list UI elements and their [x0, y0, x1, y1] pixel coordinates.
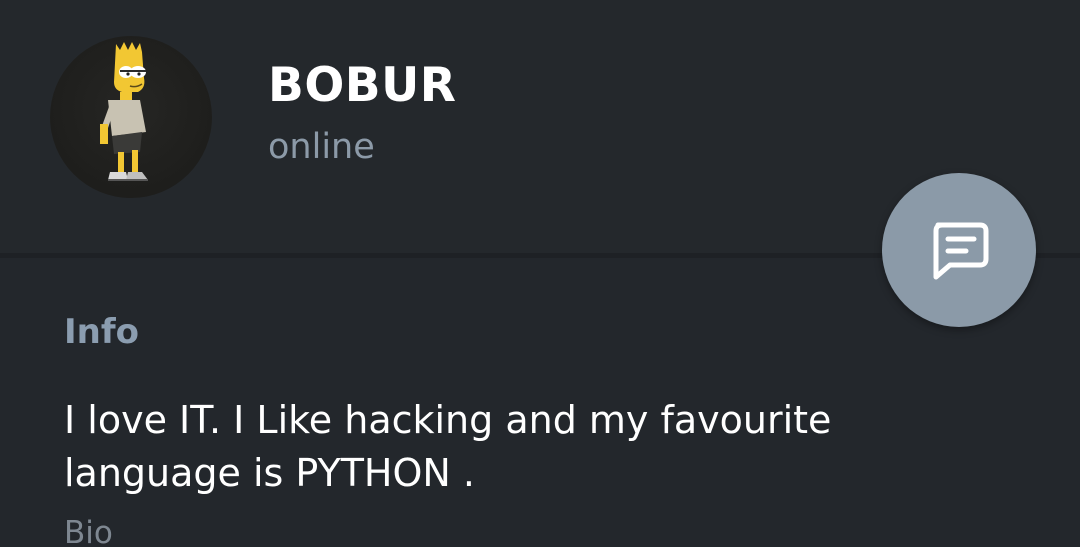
bio-text[interactable]: I love IT. I Like hacking and my favouri… [64, 394, 884, 500]
message-icon [933, 222, 989, 280]
profile-status: online [268, 127, 375, 167]
avatar[interactable] [50, 36, 212, 198]
profile-name: BOBUR [268, 58, 457, 113]
cartoon-character-avatar-icon [100, 42, 148, 181]
bio-label: Bio [64, 515, 113, 547]
info-section-title: Info [64, 312, 140, 352]
send-message-button[interactable] [882, 173, 1036, 327]
profile-screen: BOBUR online Info I love IT. I Like hack… [0, 0, 1080, 547]
